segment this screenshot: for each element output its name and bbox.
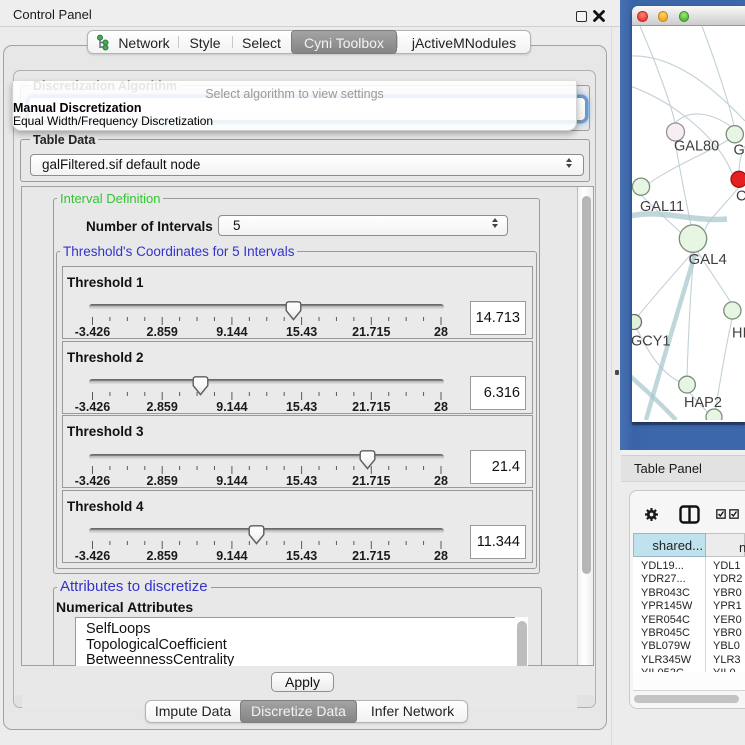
svg-text:GA: GA: [734, 142, 745, 158]
svg-text:C: C: [736, 189, 745, 205]
svg-text:HI: HI: [732, 326, 745, 342]
svg-text:GAL80: GAL80: [674, 139, 719, 155]
svg-text:GAL11: GAL11: [640, 199, 684, 215]
svg-text:GAL4: GAL4: [689, 251, 727, 268]
svg-text:HAP2: HAP2: [684, 395, 722, 411]
svg-text:GCY1: GCY1: [632, 334, 671, 350]
